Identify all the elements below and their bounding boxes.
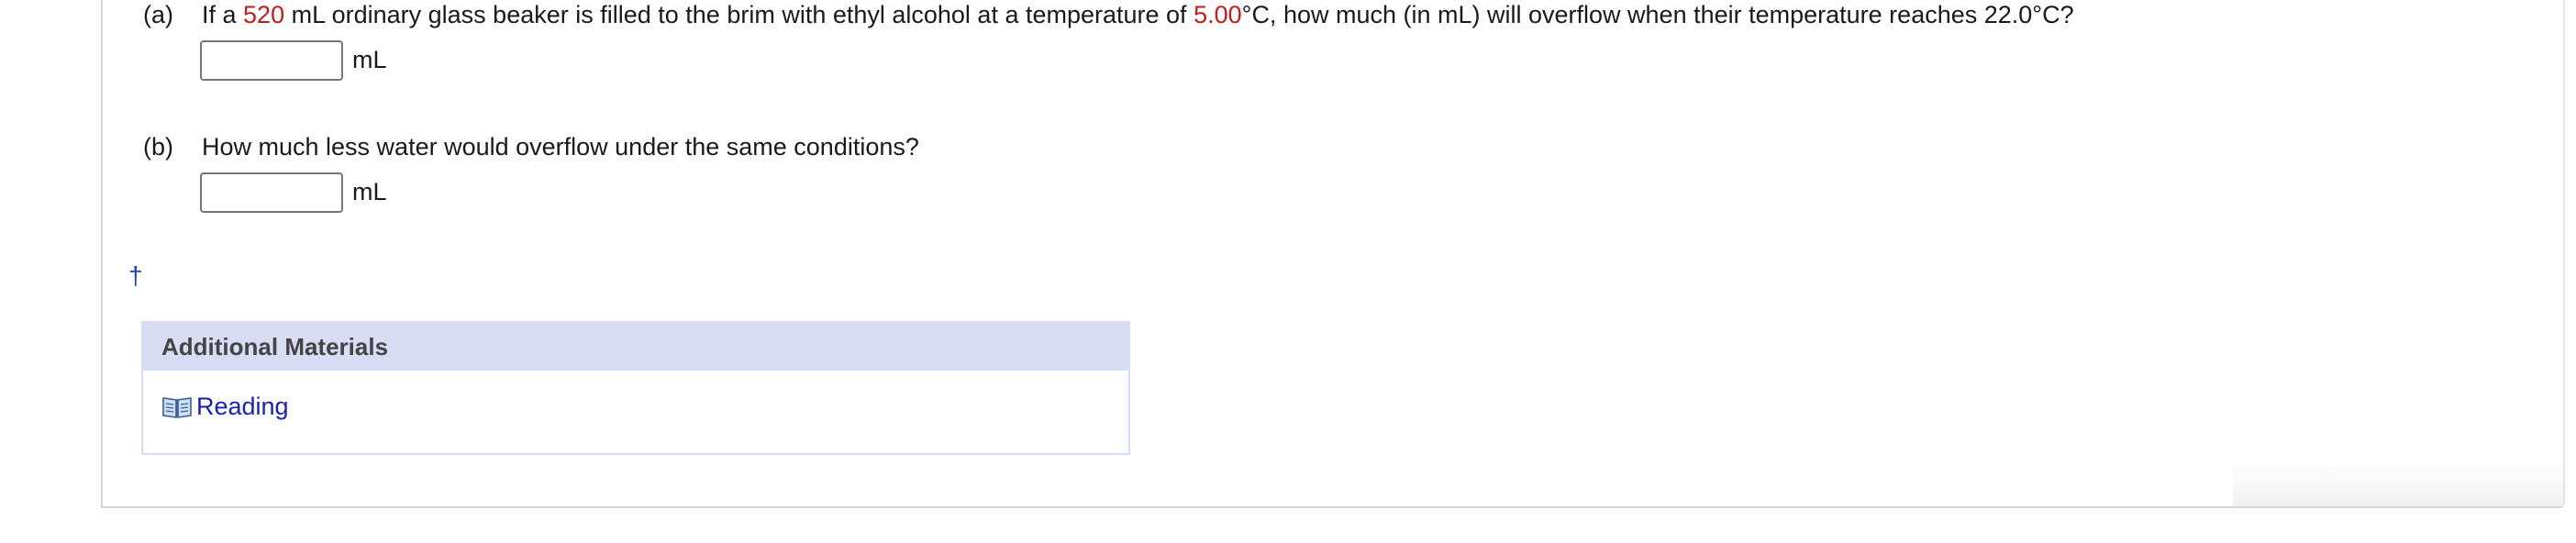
beaker-volume-value: 520 [243, 1, 285, 28]
reading-link[interactable]: Reading [161, 393, 289, 421]
reading-link-label: Reading [196, 393, 289, 420]
answer-a-input[interactable] [200, 40, 343, 81]
question-a-label: (a) [143, 1, 173, 28]
question-a-text: If a 520 mL ordinary glass beaker is fil… [202, 0, 2074, 30]
question-b-text: How much less water would overflow under… [202, 133, 919, 161]
additional-materials-panel: Additional Materials Reading [141, 321, 1130, 455]
book-icon [161, 394, 193, 420]
answer-b-input[interactable] [200, 172, 343, 213]
question-a-text-lead: If a [202, 1, 244, 28]
additional-materials-header: Additional Materials [143, 323, 1128, 371]
answer-b-unit: mL [352, 178, 387, 205]
question-a-text-mid: mL ordinary glass beaker is filled to th… [284, 1, 1194, 28]
question-b-label: (b) [143, 133, 173, 161]
page: (a) If a 520 mL ordinary glass beaker is… [0, 0, 2576, 543]
card-shadow [2233, 462, 2563, 506]
answer-a-unit: mL [352, 46, 387, 73]
footnote-marker: † [128, 261, 143, 290]
question-a-text-tail: °C, how much (in mL) will overflow when … [1241, 1, 2074, 28]
initial-temperature-value: 5.00 [1194, 1, 1242, 28]
